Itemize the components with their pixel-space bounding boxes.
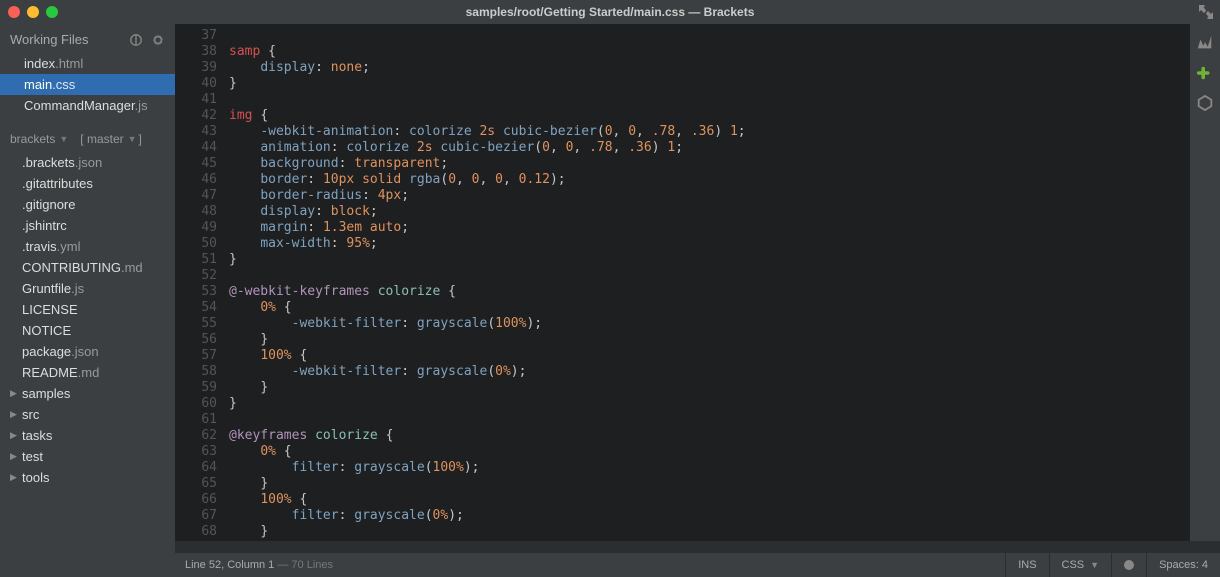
right-toolbar bbox=[1190, 24, 1220, 541]
gear-icon[interactable] bbox=[151, 33, 165, 47]
working-files-header: Working Files bbox=[0, 24, 175, 53]
insert-mode-indicator[interactable]: INS bbox=[1005, 553, 1048, 577]
language-mode[interactable]: CSS▼ bbox=[1049, 553, 1112, 577]
close-window-button[interactable] bbox=[8, 6, 20, 18]
extension-manager-icon[interactable] bbox=[1196, 64, 1214, 82]
line-count: 70 Lines bbox=[291, 559, 333, 571]
chevron-down-icon: ▼ bbox=[128, 134, 137, 144]
working-file-item[interactable]: CommandManager.js bbox=[0, 95, 175, 116]
cursor-position[interactable]: Line 52, Column 1 bbox=[185, 559, 274, 571]
sidebar: Working Files index.htmlmain.cssCommandM… bbox=[0, 24, 175, 577]
titlebar: samples/root/Getting Started/main.css — … bbox=[0, 0, 1220, 24]
zoom-window-button[interactable] bbox=[46, 6, 58, 18]
minimize-window-button[interactable] bbox=[27, 6, 39, 18]
file-item[interactable]: NOTICE bbox=[0, 320, 175, 341]
file-item[interactable]: Gruntfile.js bbox=[0, 278, 175, 299]
folder-item[interactable]: ▶samples bbox=[0, 383, 175, 404]
code-area[interactable]: samp { display: none;} img { -webkit-ani… bbox=[225, 24, 1190, 541]
chevron-right-icon: ▶ bbox=[10, 388, 18, 399]
lint-status[interactable] bbox=[1111, 553, 1146, 577]
chevron-down-icon: ▼ bbox=[59, 134, 68, 144]
project-name: brackets bbox=[10, 132, 55, 146]
chevron-down-icon: ▼ bbox=[1090, 560, 1099, 570]
plugin-icon[interactable] bbox=[1196, 94, 1214, 112]
window-controls bbox=[8, 6, 58, 18]
file-item[interactable]: .jshintrc bbox=[0, 215, 175, 236]
branch-label: [ master bbox=[80, 132, 123, 146]
line-number-gutter: 3738394041424344454647484950515253545556… bbox=[175, 24, 225, 541]
file-item[interactable]: CONTRIBUTING.md bbox=[0, 257, 175, 278]
project-header[interactable]: brackets ▼ [ master ▼ ] bbox=[0, 116, 175, 152]
editor: 3738394041424344454647484950515253545556… bbox=[175, 24, 1220, 577]
working-files-label: Working Files bbox=[10, 32, 89, 47]
working-file-item[interactable]: index.html bbox=[0, 53, 175, 74]
folder-item[interactable]: ▶tools bbox=[0, 467, 175, 488]
working-file-item[interactable]: main.css bbox=[0, 74, 175, 95]
file-item[interactable]: .gitattributes bbox=[0, 173, 175, 194]
chevron-right-icon: ▶ bbox=[10, 409, 18, 420]
file-item[interactable]: LICENSE bbox=[0, 299, 175, 320]
live-preview-icon[interactable] bbox=[1196, 34, 1214, 52]
chevron-right-icon: ▶ bbox=[10, 451, 18, 462]
file-item[interactable]: README.md bbox=[0, 362, 175, 383]
file-item[interactable]: .brackets.json bbox=[0, 152, 175, 173]
status-sep: — bbox=[274, 559, 291, 571]
folder-item[interactable]: ▶test bbox=[0, 446, 175, 467]
horizontal-scrollbar[interactable] bbox=[175, 541, 1220, 553]
window-title: samples/root/Getting Started/main.css — … bbox=[0, 5, 1220, 19]
split-view-icon[interactable] bbox=[129, 33, 143, 47]
status-circle-icon bbox=[1124, 560, 1134, 570]
folder-item[interactable]: ▶tasks bbox=[0, 425, 175, 446]
folder-item[interactable]: ▶src bbox=[0, 404, 175, 425]
file-item[interactable]: package.json bbox=[0, 341, 175, 362]
file-item[interactable]: .travis.yml bbox=[0, 236, 175, 257]
indent-setting[interactable]: Spaces: 4 bbox=[1146, 553, 1220, 577]
chevron-right-icon: ▶ bbox=[10, 472, 18, 483]
file-item[interactable]: .gitignore bbox=[0, 194, 175, 215]
chevron-right-icon: ▶ bbox=[10, 430, 18, 441]
statusbar: Line 52, Column 1 — 70 Lines INS CSS▼ Sp… bbox=[175, 553, 1220, 577]
expand-icon[interactable] bbox=[1198, 4, 1214, 20]
branch-close: ] bbox=[139, 132, 142, 146]
